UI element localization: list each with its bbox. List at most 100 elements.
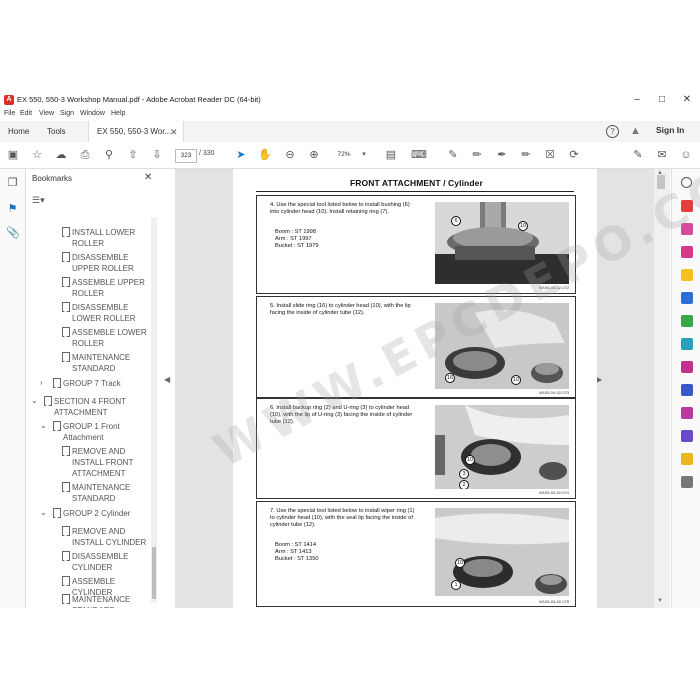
bookmark-item[interactable]: ASSEMBLE UPPER ROLLER (72, 277, 150, 299)
menu-sign[interactable]: Sign (60, 110, 74, 117)
scroll-down-icon[interactable]: ▼ (657, 598, 663, 604)
bookmarks-options-icon[interactable]: ☰▾ (32, 195, 50, 205)
save-icon[interactable]: ▣ (6, 148, 20, 162)
tool-line: Arm : ST 1997 (275, 236, 312, 242)
bookmark-item[interactable]: DISASSEMBLE UPPER ROLLER (72, 252, 150, 274)
chevron-right-icon[interactable]: › (40, 378, 43, 387)
scan-ocr-icon[interactable] (681, 338, 693, 350)
menu-help[interactable]: Help (111, 110, 125, 117)
hand-tool-icon[interactable]: ✋ (258, 148, 272, 162)
fill-sign-icon[interactable]: ✏ (519, 148, 533, 162)
email-icon[interactable]: ✉ (655, 148, 669, 162)
search-icon[interactable] (681, 177, 692, 188)
help-icon[interactable]: ? (606, 125, 619, 138)
zoom-dropdown-icon[interactable]: ▾ (357, 148, 371, 162)
callout-label: 2 (459, 480, 469, 489)
fill-and-sign-icon[interactable] (681, 361, 693, 373)
page-header-title: FRONT ATTACHMENT / Cylinder (350, 178, 483, 188)
protect-icon[interactable] (681, 384, 693, 396)
bookmark-item[interactable]: GROUP 7 Track (63, 378, 149, 389)
zoom-search-icon[interactable]: ⚲ (102, 148, 116, 162)
share-user-icon[interactable]: ☺ (679, 148, 693, 162)
bookmark-item[interactable]: DISASSEMBLE CYLINDER (72, 551, 150, 573)
menu-bar: File Edit View Sign Window Help (0, 109, 700, 121)
maximize-button[interactable]: □ (651, 93, 673, 107)
menu-view[interactable]: View (39, 110, 54, 117)
comment-tool-icon[interactable] (681, 269, 693, 281)
bookmark-star-icon[interactable]: ☆ (30, 148, 44, 162)
prepare-form-icon[interactable] (681, 407, 693, 419)
bookmark-icon (62, 576, 70, 586)
window-title: EX 550, 550-3 Workshop Manual.pdf - Adob… (17, 95, 261, 104)
attachments-icon[interactable]: 📎 (6, 227, 20, 240)
edit-pdf-icon[interactable] (681, 246, 693, 258)
draw-icon[interactable]: ✒ (495, 148, 509, 162)
stamp-icon[interactable] (681, 453, 693, 465)
collapse-panel-icon[interactable]: ◀ (164, 375, 170, 384)
print-icon[interactable]: ⎙ (78, 148, 92, 162)
bookmark-item[interactable]: REMOVE AND INSTALL FRONT ATTACHMENT (72, 446, 150, 479)
zoom-level-select[interactable]: 72% (333, 149, 355, 161)
next-page-icon[interactable]: ⇩ (150, 148, 164, 162)
bookmarks-panel-icon[interactable]: ⚑ (6, 203, 19, 216)
more-tools-icon[interactable] (681, 476, 693, 488)
bookmarks-scrollbar[interactable] (151, 217, 157, 603)
highlight-pen-icon[interactable]: ✏ (470, 148, 484, 162)
bookmark-item[interactable]: MAINTENANCE STANDARD (72, 352, 150, 374)
bookmark-item[interactable]: DISASSEMBLE LOWER ROLLER (72, 302, 150, 324)
zoom-in-icon[interactable]: ⊕ (307, 148, 321, 162)
bookmark-icon (53, 421, 61, 431)
bookmark-item[interactable]: GROUP 1 Front Attachment (63, 421, 133, 443)
bookmark-item[interactable]: INSTALL LOWER ROLLER (72, 227, 150, 249)
bookmarks-close-icon[interactable]: ✕ (144, 172, 152, 183)
bookmark-item[interactable]: SECTION 4 FRONT ATTACHMENT (54, 396, 134, 418)
bookmark-item[interactable]: MAINTENANCE STANDARD (72, 482, 150, 504)
export-pdf-icon[interactable] (681, 200, 693, 212)
bookmarks-scrollbar-thumb[interactable] (152, 547, 156, 599)
bookmark-item[interactable]: GROUP 2 Cylinder (63, 508, 149, 519)
keyboard-icon[interactable]: ⌨ (411, 148, 427, 162)
bookmark-icon (62, 446, 70, 456)
menu-edit[interactable]: Edit (20, 110, 32, 117)
tab-home[interactable]: Home (8, 121, 29, 142)
panel-splitter[interactable]: ◀ (160, 169, 175, 608)
create-pdf-icon[interactable] (681, 223, 693, 235)
delete-icon[interactable]: ☒ (543, 148, 557, 162)
request-signature-icon[interactable] (681, 430, 693, 442)
select-cursor-icon[interactable]: ➤ (234, 148, 248, 162)
notification-bell-icon[interactable]: ▲ (630, 125, 641, 137)
tool-line: Boom : ST 1414 (275, 542, 316, 548)
zoom-out-icon[interactable]: ⊖ (283, 148, 297, 162)
page-thumbnails-icon[interactable]: ❐ (6, 177, 19, 190)
bookmark-item[interactable]: ASSEMBLE LOWER ROLLER (72, 327, 150, 349)
sign-pen-icon[interactable]: ✎ (631, 148, 645, 162)
menu-file[interactable]: File (4, 110, 15, 117)
chevron-down-icon[interactable]: ⌄ (40, 421, 47, 430)
minimize-button[interactable]: – (626, 93, 648, 107)
menu-window[interactable]: Window (80, 110, 105, 117)
document-scrollbar-thumb[interactable] (657, 175, 665, 189)
chevron-down-icon[interactable]: ⌄ (40, 508, 47, 517)
bookmark-item[interactable]: REMOVE AND INSTALL CYLINDER (72, 526, 150, 548)
step-text: 7. Use the special tool listed below to … (270, 508, 415, 529)
previous-page-icon[interactable]: ⇧ (126, 148, 140, 162)
sign-in-button[interactable]: Sign In (656, 125, 684, 135)
rotate-icon[interactable]: ⟳ (567, 148, 581, 162)
step-photo: 16 10 (435, 303, 569, 389)
bookmark-icon (44, 396, 52, 406)
tab-bar: Home Tools EX 550, 550-3 Wor... ✕ ? ▲ (0, 121, 700, 143)
comment-icon[interactable]: ✎ (446, 148, 460, 162)
step-photo: 10 3 2 (435, 405, 569, 489)
page-number-input[interactable]: 323 (175, 149, 197, 163)
document-scrollbar[interactable] (654, 169, 670, 608)
combine-files-icon[interactable] (681, 292, 693, 304)
upload-cloud-icon[interactable]: ☁ (54, 148, 68, 162)
close-button[interactable]: ✕ (676, 93, 698, 107)
bookmark-item[interactable]: MAINTENANCE STANDARD (72, 594, 150, 608)
tab-close-icon[interactable]: ✕ (170, 127, 178, 138)
organize-pages-icon[interactable] (681, 315, 693, 327)
tab-tools[interactable]: Tools (47, 121, 66, 142)
chevron-down-icon[interactable]: ⌄ (31, 396, 38, 405)
page-display-icon[interactable]: ▤ (384, 148, 398, 162)
tool-line: Bucket : ST 1350 (275, 556, 319, 562)
